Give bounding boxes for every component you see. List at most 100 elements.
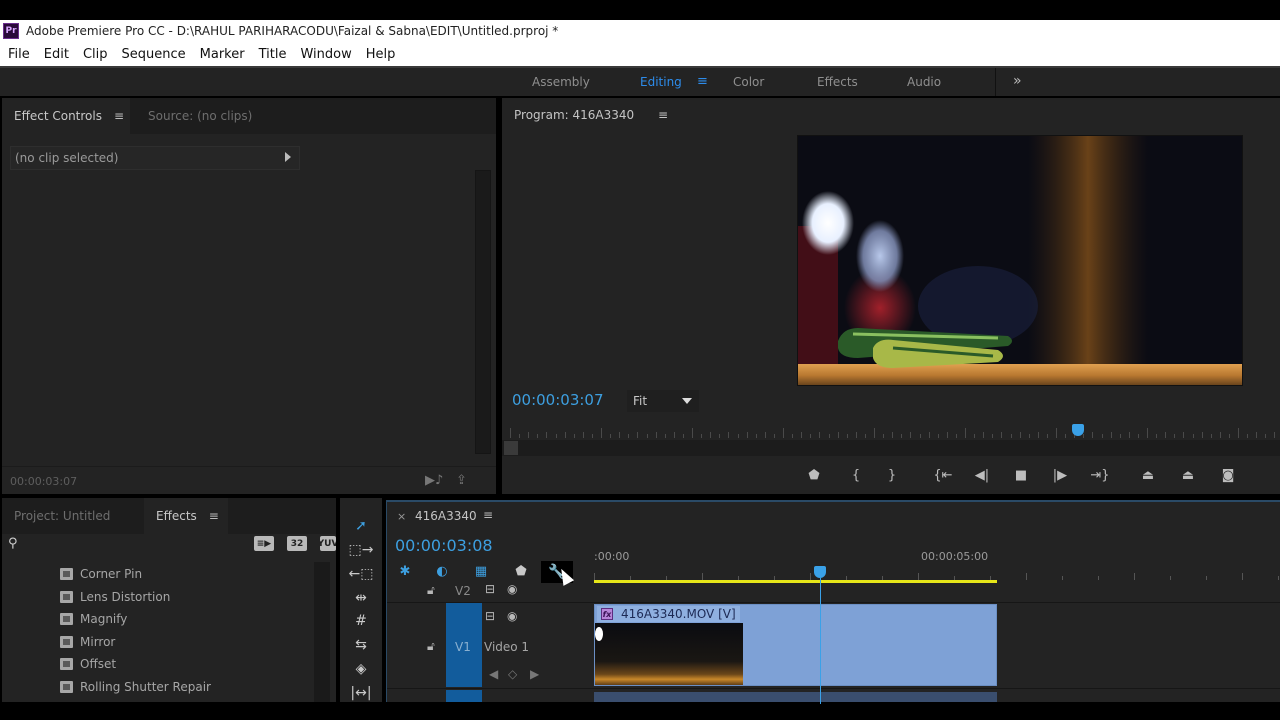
menu-edit[interactable]: Edit (44, 47, 69, 62)
program-playhead[interactable] (1071, 424, 1084, 436)
go-to-in-button[interactable]: {⇤ (931, 464, 955, 486)
program-zoom-scrollbar[interactable] (502, 440, 1280, 456)
more-workspaces-icon[interactable]: » (1013, 73, 1022, 89)
timeline-playhead[interactable] (814, 566, 826, 578)
effect-item[interactable]: Offset (60, 654, 116, 674)
track-id-v2[interactable]: V2 (455, 584, 471, 598)
timeline-ruler[interactable] (594, 568, 1280, 580)
extract-button[interactable]: ⏏ (1176, 464, 1200, 486)
search-icon[interactable]: ⚲ (8, 536, 18, 551)
add-keyframe-icon[interactable]: ◇ (508, 667, 517, 681)
track-select-backward-tool-icon[interactable]: ←⬚ (348, 564, 374, 584)
mark-in-button[interactable]: { (844, 464, 868, 486)
panel-menu-icon[interactable]: ≡ (114, 109, 124, 123)
workspace-tab-audio[interactable]: Audio (907, 75, 941, 89)
next-keyframe-icon[interactable]: ▶ (530, 667, 539, 681)
effect-label: Magnify (80, 612, 128, 626)
work-area-bar[interactable] (594, 580, 997, 583)
effect-item[interactable]: Lens Distortion (60, 587, 170, 607)
effects-search-input[interactable] (26, 536, 236, 554)
toggle-sync-lock-icon[interactable]: ⊟ (485, 582, 495, 596)
effect-item[interactable]: Magnify (60, 609, 127, 629)
linked-selection-icon[interactable]: ◐ (432, 562, 452, 580)
video-clip[interactable]: fx 416A3340.MOV [V] (594, 604, 997, 686)
export-icon[interactable]: ⇪ (456, 473, 467, 488)
stop-button[interactable]: ■ (1009, 464, 1033, 486)
zoom-level-value: Fit (633, 394, 648, 408)
32-bit-filter-button[interactable]: 32 (287, 536, 307, 551)
ruler-tick (1274, 432, 1276, 438)
menu-sequence[interactable]: Sequence (122, 47, 186, 62)
effect-item[interactable]: Mirror (60, 632, 115, 652)
tab-source[interactable]: Source: (no clips) (136, 98, 266, 134)
expand-triangle-icon[interactable] (285, 152, 291, 162)
track-id-v1[interactable]: V1 (455, 640, 471, 654)
menu-window[interactable]: Window (300, 47, 351, 62)
panel-menu-icon[interactable]: ≡ (483, 508, 493, 522)
prev-keyframe-icon[interactable]: ◀ (489, 667, 498, 681)
eye-icon[interactable]: ◉ (507, 582, 517, 596)
menu-marker[interactable]: Marker (200, 47, 245, 62)
effect-item[interactable]: Corner Pin (60, 564, 142, 584)
razor-tool-icon[interactable]: ◈ (348, 659, 374, 679)
track-select-forward-tool-icon[interactable]: ⬚→ (348, 540, 374, 560)
step-back-button[interactable]: ◀| (970, 464, 994, 486)
timeline-timecode[interactable]: 00:00:03:08 (395, 536, 493, 555)
workspace-tab-editing[interactable]: Editing (640, 75, 682, 89)
zoom-level-select[interactable]: Fit (627, 390, 699, 412)
export-frame-button[interactable]: ◙ (1216, 464, 1240, 486)
menu-help[interactable]: Help (366, 47, 396, 62)
play-button[interactable]: |▶ (1048, 464, 1072, 486)
rolling-edit-tool-icon[interactable]: # (348, 611, 374, 631)
workspace-tab-color[interactable]: Color (733, 75, 764, 89)
workspace-tab-effects[interactable]: Effects (817, 75, 858, 89)
effect-controls-panel: Effect Controls ≡ Source: (no clips) (no… (2, 98, 496, 494)
effect-icon (60, 636, 73, 648)
play-icon: |▶ (1052, 467, 1068, 483)
snap-toggle-icon[interactable]: ✱ (395, 562, 415, 580)
ruler-tick (528, 432, 530, 438)
panel-menu-icon[interactable]: ≡ (658, 108, 668, 122)
program-video-frame[interactable] (797, 135, 1243, 386)
ruler-tick (591, 434, 593, 438)
scrollbar-thumb[interactable] (504, 441, 518, 455)
play-audio-icon[interactable]: ▶♪ (425, 473, 443, 488)
tab-effects[interactable]: Effects ≡ (144, 498, 228, 534)
close-icon[interactable]: × (397, 510, 406, 523)
screen-top-bar (0, 0, 1280, 20)
program-timecode[interactable]: 00:00:03:07 (512, 391, 604, 409)
selection-tool-icon[interactable]: ➚ (348, 516, 374, 536)
effect-item[interactable]: Rolling Shutter Repair (60, 677, 211, 697)
menu-file[interactable]: File (8, 47, 30, 62)
rate-stretch-tool-icon[interactable]: ⇆ (348, 635, 374, 655)
accelerated-effects-filter-button[interactable]: ≡▶ (254, 536, 274, 551)
menu-clip[interactable]: Clip (83, 47, 108, 62)
workspace-menu-icon[interactable]: ≡ (697, 74, 708, 89)
slip-tool-icon[interactable]: |↔| (348, 683, 374, 703)
program-time-ruler[interactable] (502, 420, 1280, 440)
ruler-tick (1210, 434, 1212, 438)
timeline-tab[interactable]: × 416A3340 ≡ (387, 502, 1280, 532)
menu-title[interactable]: Title (259, 47, 287, 62)
tab-project[interactable]: Project: Untitled (2, 498, 142, 534)
effect-controls-scrollbar[interactable] (475, 170, 491, 454)
tab-effect-controls[interactable]: Effect Controls ≡ (2, 98, 130, 134)
lift-button[interactable]: ⏏ (1136, 464, 1160, 486)
lock-icon[interactable]: 🔓︎ (427, 639, 435, 654)
effects-scrollbar[interactable] (314, 562, 330, 702)
add-marker-icon[interactable]: ⬟ (511, 562, 531, 580)
add-marker-button[interactable]: ⬟ (802, 464, 826, 486)
mark-out-button[interactable]: } (880, 464, 904, 486)
lock-icon[interactable]: 🔓︎ (427, 583, 435, 598)
ruler-tick (792, 434, 794, 438)
yuv-filter-button[interactable]: YUV (320, 536, 336, 551)
workspace-tab-assembly[interactable]: Assembly (532, 75, 590, 89)
insert-edit-icon[interactable]: ▦ (471, 562, 491, 580)
toggle-sync-lock-icon[interactable]: ⊟ (485, 609, 495, 623)
panel-menu-icon[interactable]: ≡ (209, 509, 219, 523)
eye-icon[interactable]: ◉ (507, 609, 517, 623)
ripple-edit-tool-icon[interactable]: ⇹ (348, 588, 374, 608)
go-to-out-button[interactable]: ⇥} (1088, 464, 1112, 486)
program-title-label: Program: 416A3340 (514, 108, 635, 122)
track-header-v2: 🔓︎ V2 ⊟ ◉ (387, 580, 594, 602)
